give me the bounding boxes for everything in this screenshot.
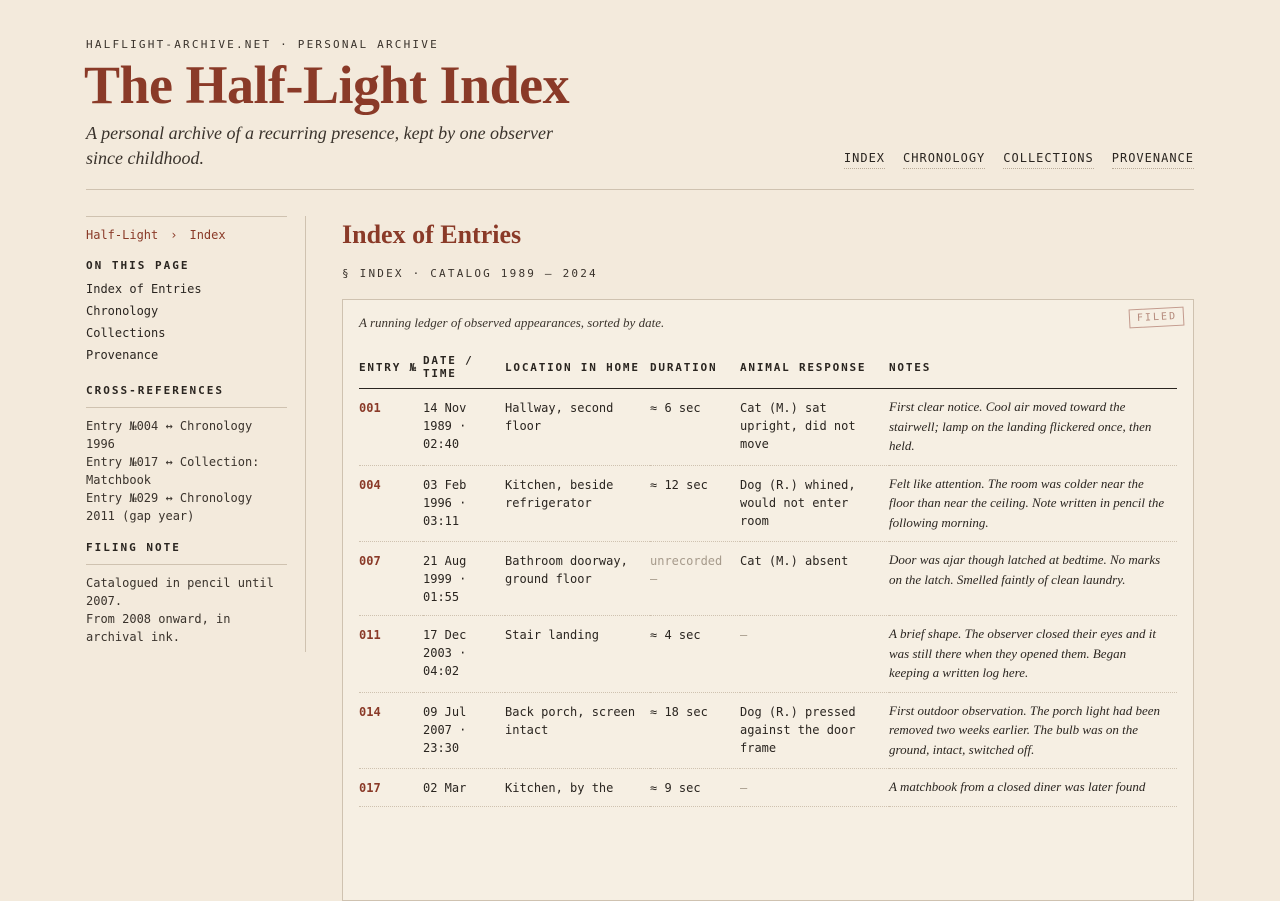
table-row[interactable]: 011 17 Dec 2003 · 04:02 Stair landing ≈ … <box>359 615 1177 693</box>
entry-notes: Felt like attention. The room was colder… <box>889 465 1177 542</box>
entry-datetime: 17 Dec 2003 · 04:02 <box>423 615 505 693</box>
col-notes[interactable]: NOTES <box>889 346 1177 389</box>
entry-duration: ≈ 18 sec <box>650 692 740 769</box>
entry-location: Bathroom doorway, ground floor <box>505 541 650 616</box>
on-this-page-list: Index of Entries Chronology Collections … <box>86 281 287 369</box>
breadcrumb-current: Index <box>189 228 226 242</box>
entry-animal-response: Cat (M.) absent <box>740 541 889 616</box>
entry-duration: ≈ 4 sec <box>650 615 740 693</box>
entry-location: Hallway, second floor <box>505 388 650 466</box>
entry-duration: ≈ 6 sec <box>650 388 740 466</box>
entry-location: Stair landing <box>505 615 650 693</box>
site-title: The Half-Light Index <box>84 55 570 115</box>
entry-animal-response: — <box>740 615 889 693</box>
breadcrumb-root[interactable]: Half-Light <box>86 228 158 242</box>
cross-reference-item[interactable]: Entry №004 ↔ Chronology 1996 <box>86 417 287 453</box>
col-location[interactable]: LOCATION IN HOME <box>505 346 650 389</box>
entries-table: ENTRY № DATE / TIME LOCATION IN HOME DUR… <box>359 346 1177 807</box>
nav-index[interactable]: INDEX <box>843 151 886 169</box>
entry-number[interactable]: 014 <box>359 692 423 769</box>
cross-references-divider <box>86 407 287 408</box>
cross-reference-item[interactable]: Entry №017 ↔ Collection: Matchbook <box>86 453 287 489</box>
entry-number[interactable]: 007 <box>359 541 423 616</box>
table-row[interactable]: 001 14 Nov 1989 · 02:40 Hallway, second … <box>359 388 1177 466</box>
entry-location: Back porch, screen intact <box>505 692 650 769</box>
table-row[interactable]: 017 02 Mar Kitchen, by the ≈ 9 sec — A m… <box>359 768 1177 807</box>
filing-note-line: From 2008 onward, in archival ink. <box>86 612 231 644</box>
filed-stamp: FILED <box>1128 306 1185 329</box>
col-entry[interactable]: ENTRY № <box>359 346 423 389</box>
cross-reference-item[interactable]: Entry №029 ↔ Chronology 2011 (gap year) <box>86 489 287 525</box>
nav-provenance[interactable]: PROVENANCE <box>1111 151 1194 169</box>
entry-datetime: 02 Mar <box>423 768 505 807</box>
entry-duration: unrecorded — <box>650 541 740 616</box>
page-title: Index of Entries <box>342 220 522 249</box>
site-label: HALFLIGHT-ARCHIVE.NET · PERSONAL ARCHIVE <box>86 38 439 51</box>
entry-animal-response: — <box>740 768 889 807</box>
nav-chronology[interactable]: CHRONOLOGY <box>903 151 986 169</box>
entry-duration: ≈ 9 sec <box>650 768 740 807</box>
entry-number[interactable]: 017 <box>359 768 423 807</box>
ledger-card: FILED A running ledger of observed appea… <box>342 299 1194 901</box>
site-tagline: A personal archive of a recurring presen… <box>86 123 554 168</box>
breadcrumb-separator-icon: › <box>170 228 178 242</box>
table-row[interactable]: 014 09 Jul 2007 · 23:30 Back porch, scre… <box>359 692 1177 769</box>
top-nav: INDEX CHRONOLOGY COLLECTIONS PROVENANCE <box>843 151 1194 169</box>
entry-datetime: 03 Feb 1996 · 03:11 <box>423 465 505 542</box>
nav-collections[interactable]: COLLECTIONS <box>1003 151 1094 169</box>
col-datetime[interactable]: DATE / TIME <box>423 346 505 389</box>
cross-references-heading: CROSS-REFERENCES <box>86 384 224 397</box>
entry-number[interactable]: 001 <box>359 388 423 466</box>
filing-note-heading: FILING NOTE <box>86 541 181 554</box>
table-row[interactable]: 004 03 Feb 1996 · 03:11 Kitchen, beside … <box>359 465 1177 542</box>
entry-animal-response: Dog (R.) whined, would not enter room <box>740 465 889 542</box>
entry-datetime: 14 Nov 1989 · 02:40 <box>423 388 505 466</box>
toc-item-collections[interactable]: Collections <box>86 325 287 347</box>
entry-notes: First outdoor observation. The porch lig… <box>889 692 1177 769</box>
header-divider <box>86 189 1194 190</box>
entry-location: Kitchen, by the <box>505 768 650 807</box>
filing-note-divider <box>86 564 287 565</box>
col-duration[interactable]: DURATION <box>650 346 740 389</box>
toc-item-chronology[interactable]: Chronology <box>86 303 287 325</box>
toc-item-index-of-entries[interactable]: Index of Entries <box>86 281 287 303</box>
entry-notes: First clear notice. Cool air moved towar… <box>889 388 1177 466</box>
entry-datetime: 09 Jul 2007 · 23:30 <box>423 692 505 769</box>
entry-notes: Door was ajar though latched at bedtime.… <box>889 541 1177 616</box>
entry-notes: A brief shape. The observer closed their… <box>889 615 1177 693</box>
entry-notes: A matchbook from a closed diner was late… <box>889 768 1177 807</box>
sidebar: Half-Light › Index ON THIS PAGE Index of E… <box>86 216 287 653</box>
on-this-page-heading: ON THIS PAGE <box>86 259 190 272</box>
entry-datetime: 21 Aug 1999 · 01:55 <box>423 541 505 616</box>
entry-duration: ≈ 12 sec <box>650 465 740 542</box>
table-header-row: ENTRY № DATE / TIME LOCATION IN HOME DUR… <box>359 346 1177 389</box>
entry-animal-response: Cat (M.) sat upright, did not move <box>740 388 889 466</box>
entry-number[interactable]: 004 <box>359 465 423 542</box>
main-content: Index of Entries § INDEX · CATALOG 1989 … <box>342 216 1194 901</box>
entry-location: Kitchen, beside refrigerator <box>505 465 650 542</box>
entry-number[interactable]: 011 <box>359 615 423 693</box>
breadcrumb: Half-Light › Index <box>86 228 287 242</box>
filing-note-line: Catalogued in pencil until 2007. <box>86 576 274 608</box>
table-row[interactable]: 007 21 Aug 1999 · 01:55 Bathroom doorway… <box>359 541 1177 616</box>
col-animal-response[interactable]: ANIMAL RESPONSE <box>740 346 889 389</box>
entry-animal-response: Dog (R.) pressed against the door frame <box>740 692 889 769</box>
ledger-caption: A running ledger of observed appearances… <box>359 315 665 330</box>
sidebar-divider <box>305 216 306 652</box>
section-eyebrow: § INDEX · CATALOG 1989 — 2024 <box>342 267 598 280</box>
toc-item-provenance[interactable]: Provenance <box>86 347 287 369</box>
